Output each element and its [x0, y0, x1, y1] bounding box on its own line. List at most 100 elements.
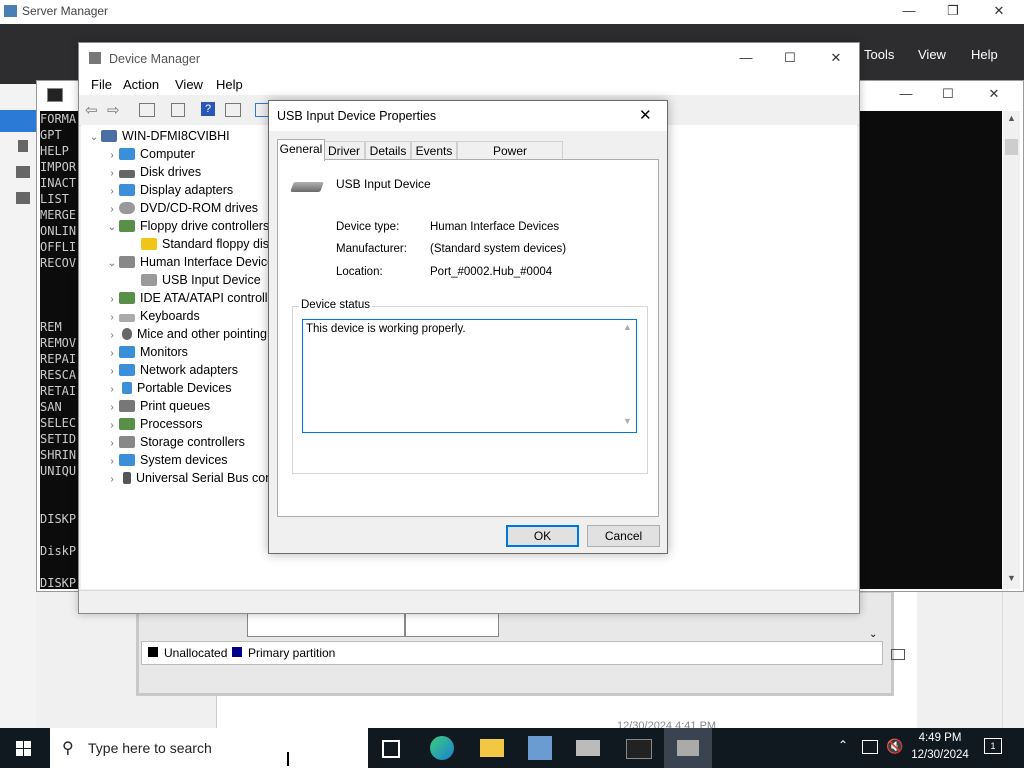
scroll-thumb[interactable] — [1005, 139, 1018, 155]
local-server-icon[interactable] — [18, 140, 28, 152]
close-button[interactable]: ✕ — [976, 0, 1022, 22]
tree-item-floppy-controllers[interactable]: ⌄ Floppy drive controllers — [105, 217, 269, 235]
chevron-up-icon[interactable]: ⌃ — [838, 738, 848, 752]
forward-arrow-icon[interactable]: ⇨ — [107, 101, 120, 119]
tree-item-standard-floppy[interactable]: Standard floppy disk — [141, 235, 275, 253]
menu-action[interactable]: Action — [123, 77, 159, 92]
cancel-button[interactable]: Cancel — [587, 525, 660, 547]
menu-file[interactable]: File — [91, 77, 112, 92]
tree-item-monitors[interactable]: › Monitors — [105, 343, 188, 361]
tree-item-usb-controllers[interactable]: › Universal Serial Bus cont — [105, 469, 276, 489]
tree-item-system-devices[interactable]: › System devices — [105, 451, 227, 469]
show-hide-tree-icon[interactable] — [139, 103, 155, 117]
tree-item-storage-controllers[interactable]: › Storage controllers — [105, 433, 245, 451]
tree-root[interactable]: ⌄ WIN-DFMI8CVIBHI — [87, 127, 230, 145]
help-icon[interactable]: ? — [201, 102, 215, 116]
controller-icon — [119, 220, 135, 232]
tab-events[interactable]: Events — [411, 141, 457, 160]
cmd-maximize-button[interactable]: ☐ — [925, 83, 971, 105]
tree-item-disk-drives[interactable]: › Disk drives — [105, 163, 201, 181]
tree-item-hid[interactable]: ⌄ Human Interface Device — [105, 253, 274, 271]
menu-help[interactable]: Help — [971, 47, 998, 62]
tree-item-mice[interactable]: › Mice and other pointing — [105, 325, 267, 343]
dm-close-button[interactable]: ✕ — [813, 47, 859, 69]
server-manager-taskbar-icon[interactable] — [528, 736, 552, 760]
tree-item-label: Universal Serial Bus cont — [136, 471, 276, 485]
dm-maximize-button[interactable]: ☐ — [767, 47, 813, 69]
tree-item-label: Processors — [140, 417, 203, 431]
file-explorer-icon[interactable] — [480, 739, 504, 757]
tree-item-computer[interactable]: › Computer — [105, 145, 195, 163]
cmd-line: RETAI — [40, 384, 77, 398]
cmd-minimize-button[interactable]: — — [883, 83, 929, 105]
back-arrow-icon[interactable]: ⇦ — [85, 101, 98, 119]
ok-button[interactable]: OK — [506, 525, 579, 547]
properties-icon[interactable] — [171, 103, 185, 117]
clock-time[interactable]: 4:49 PM — [912, 732, 968, 744]
dialog-close-button[interactable]: ✕ — [639, 106, 652, 124]
start-button[interactable] — [0, 728, 48, 768]
dashboard-icon[interactable] — [0, 110, 36, 132]
all-servers-icon[interactable] — [16, 166, 30, 178]
tab-general[interactable]: General — [277, 139, 325, 161]
device-name: USB Input Device — [336, 177, 431, 191]
scroll-up-icon[interactable]: ▲ — [1007, 113, 1016, 123]
chevron-down-icon[interactable]: ⌄ — [105, 255, 119, 273]
disk-management-taskbar-icon[interactable] — [576, 740, 600, 756]
tree-item-portable-devices[interactable]: › Portable Devices — [105, 379, 231, 397]
dialog-title: USB Input Device Properties — [277, 109, 437, 123]
device-status-group: Device status This device is working pro… — [292, 299, 648, 474]
clock-date[interactable]: 12/30/2024 — [908, 749, 972, 761]
cmd-line: INACT — [40, 176, 77, 190]
chevron-down-icon[interactable]: ⌄ — [869, 629, 877, 640]
menu-help[interactable]: Help — [216, 77, 243, 92]
chevron-right-icon[interactable]: › — [105, 471, 119, 489]
chevron-down-icon[interactable]: ⌄ — [87, 129, 101, 147]
tree-item-dvd-drives[interactable]: › DVD/CD-ROM drives — [105, 199, 258, 217]
menu-tools[interactable]: Tools — [864, 47, 894, 62]
tab-details[interactable]: Details — [365, 141, 411, 160]
cmd-scrollbar[interactable]: ▲ ▼ — [1003, 111, 1020, 589]
chevron-down-icon[interactable]: ⌄ — [105, 219, 119, 237]
display-adapter-icon — [119, 184, 135, 196]
device-status-textbox[interactable]: This device is working properly. ▲ ▼ — [302, 319, 637, 433]
notification-icon[interactable]: 1 — [984, 738, 1002, 754]
tree-item-ide[interactable]: › IDE ATA/ATAPI controlle — [105, 289, 275, 307]
mouse-cursor-icon — [287, 752, 289, 766]
cmd-close-button[interactable]: ✕ — [971, 83, 1017, 105]
menu-view[interactable]: View — [918, 47, 946, 62]
tree-item-usb-input-device[interactable]: USB Input Device — [141, 271, 261, 289]
scroll-up-icon[interactable]: ▲ — [623, 322, 632, 332]
cmd-line: GPT — [40, 128, 62, 142]
network-icon — [119, 364, 135, 376]
minimize-button[interactable]: — — [886, 0, 932, 22]
task-view-icon[interactable] — [382, 740, 400, 758]
dm-minimize-button[interactable]: — — [723, 47, 769, 69]
maximize-button[interactable]: ❐ — [930, 0, 976, 22]
tree-item-label: USB Input Device — [162, 273, 261, 287]
tab-driver[interactable]: Driver — [323, 141, 365, 160]
edge-icon[interactable] — [430, 736, 454, 760]
device-manager-taskbar-button[interactable] — [664, 728, 712, 768]
server-manager-scrollbar[interactable] — [1002, 590, 1024, 728]
tree-item-keyboards[interactable]: › Keyboards — [105, 307, 199, 325]
tree-item-label: IDE ATA/ATAPI controlle — [140, 291, 275, 305]
cmd-taskbar-icon[interactable] — [626, 739, 652, 759]
view-icon[interactable] — [225, 103, 241, 117]
volume-muted-icon[interactable]: 🔇 — [886, 738, 903, 755]
tree-item-processors[interactable]: › Processors — [105, 415, 203, 433]
tree-item-print-queues[interactable]: › Print queues — [105, 397, 210, 415]
network-icon[interactable] — [862, 740, 878, 754]
cmd-line: MERGE — [40, 208, 77, 222]
server-manager-sidebar — [0, 84, 36, 728]
tree-item-network-adapters[interactable]: › Network adapters — [105, 361, 238, 379]
scroll-down-icon[interactable]: ▼ — [623, 416, 632, 426]
scroll-down-icon[interactable]: ▼ — [1007, 573, 1016, 583]
search-placeholder: Type here to search — [88, 740, 212, 756]
tree-item-display-adapters[interactable]: › Display adapters — [105, 181, 233, 199]
tab-power-management[interactable]: Power Management — [457, 141, 563, 176]
legend-primary-swatch — [232, 647, 242, 657]
menu-view[interactable]: View — [175, 77, 203, 92]
search-box[interactable]: ⚲ Type here to search — [50, 728, 368, 768]
file-services-icon[interactable] — [16, 192, 30, 204]
